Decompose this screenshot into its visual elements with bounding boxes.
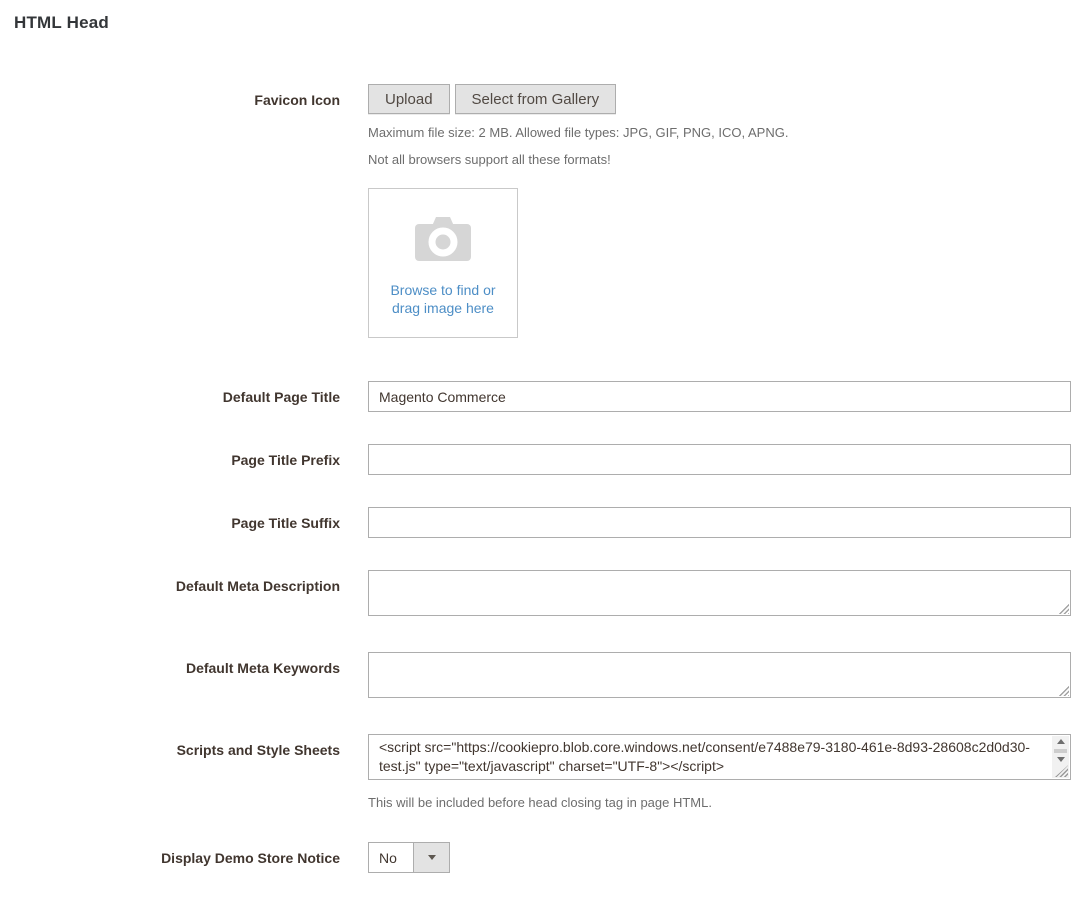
default-page-title-row: Default Page Title	[0, 381, 1082, 412]
default-meta-description-row: Default Meta Description	[0, 570, 1082, 616]
scripts-and-stylesheets-textarea[interactable]: <script src="https://cookiepro.blob.core…	[368, 734, 1071, 780]
display-demo-store-notice-row: Display Demo Store Notice No	[0, 842, 1082, 873]
page-title-prefix-row: Page Title Prefix	[0, 444, 1082, 475]
favicon-icon-row: Favicon Icon Upload Select from Gallery …	[0, 84, 1082, 338]
scripts-content: <script src="https://cookiepro.blob.core…	[369, 735, 1052, 779]
page-title-prefix-input[interactable]	[368, 444, 1071, 475]
default-meta-keywords-row: Default Meta Keywords	[0, 652, 1082, 698]
default-meta-description-textarea[interactable]	[368, 570, 1071, 616]
scripts-and-stylesheets-row: Scripts and Style Sheets <script src="ht…	[0, 734, 1082, 810]
image-dropzone[interactable]: Browse to find or drag image here	[368, 188, 518, 338]
camera-icon	[412, 214, 474, 264]
page-title-suffix-row: Page Title Suffix	[0, 507, 1082, 538]
arrow-down-icon	[1057, 757, 1065, 762]
page-title-suffix-input[interactable]	[368, 507, 1071, 538]
filesize-note: Maximum file size: 2 MB. Allowed file ty…	[368, 126, 1071, 140]
scripts-and-stylesheets-label: Scripts and Style Sheets	[0, 734, 340, 759]
html-head-form: Favicon Icon Upload Select from Gallery …	[0, 84, 1082, 873]
upload-button[interactable]: Upload	[368, 84, 450, 114]
dropzone-text: Browse to find or drag image here	[382, 281, 504, 317]
default-meta-keywords-textarea[interactable]	[368, 652, 1071, 698]
arrow-up-icon	[1057, 739, 1065, 744]
chevron-down-icon	[428, 855, 436, 860]
display-demo-store-notice-label: Display Demo Store Notice	[0, 842, 340, 867]
scroll-up-button[interactable]	[1052, 736, 1069, 748]
resize-grip-icon[interactable]	[1055, 765, 1068, 777]
default-page-title-input[interactable]	[368, 381, 1071, 412]
page-title: HTML Head	[14, 13, 1082, 33]
favicon-icon-label: Favicon Icon	[0, 84, 340, 109]
default-meta-description-label: Default Meta Description	[0, 570, 340, 595]
browser-support-note: Not all browsers support all these forma…	[368, 153, 1071, 167]
select-from-gallery-button[interactable]: Select from Gallery	[455, 84, 617, 114]
default-meta-keywords-label: Default Meta Keywords	[0, 652, 340, 677]
scrollbar-thumb[interactable]	[1054, 749, 1067, 753]
page-title-prefix-label: Page Title Prefix	[0, 444, 340, 469]
display-demo-store-notice-select[interactable]: No	[368, 842, 450, 873]
page-title-suffix-label: Page Title Suffix	[0, 507, 340, 532]
default-page-title-label: Default Page Title	[0, 381, 340, 406]
select-arrow-button[interactable]	[413, 843, 449, 872]
scripts-note: This will be included before head closin…	[368, 796, 1071, 810]
scroll-down-button[interactable]	[1052, 754, 1069, 766]
select-value: No	[369, 843, 413, 872]
scrollbar[interactable]	[1052, 736, 1069, 778]
